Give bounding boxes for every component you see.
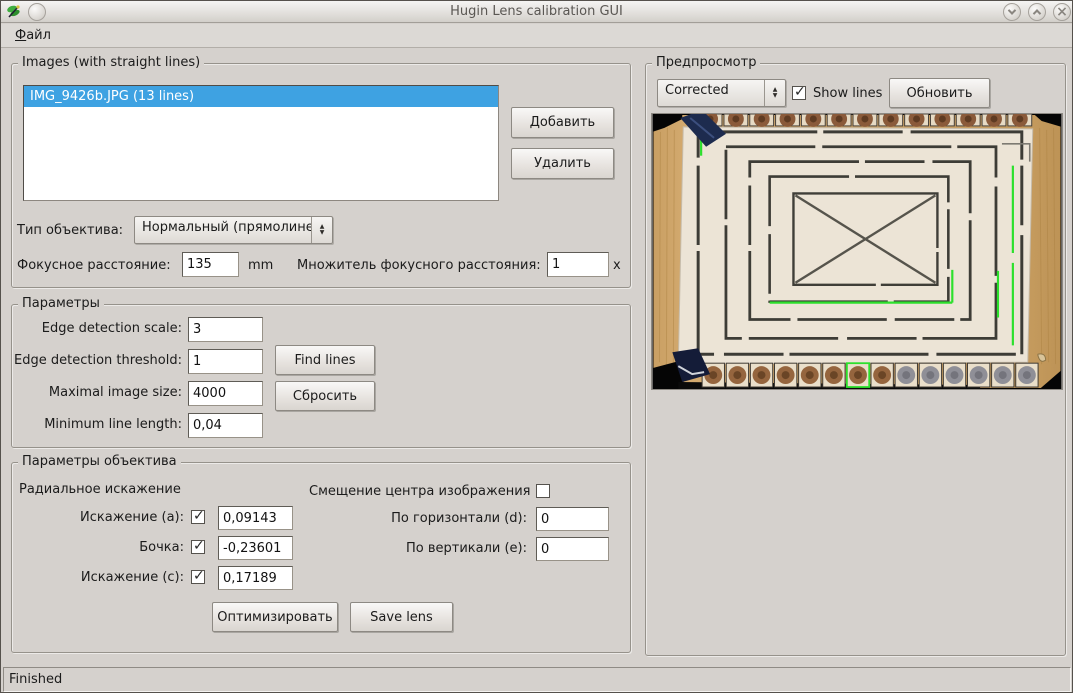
statusbar: Finished [3, 667, 1071, 692]
lens-parameters-group-title: Параметры объектива [18, 454, 181, 469]
lens-type-combo[interactable]: Нормальный (прямолине ▲▼ [134, 216, 333, 244]
menubar: Файл [1, 24, 1072, 48]
maximize-button[interactable] [1028, 3, 1046, 21]
multiplier-input[interactable] [547, 252, 609, 277]
save-lens-button[interactable]: Save lens [350, 602, 453, 632]
application-window: Hugin Lens calibration GUI × Файл Images… [0, 0, 1073, 693]
minimize-button[interactable] [1003, 3, 1021, 21]
min-line-length-label: Minimum line length: [44, 417, 182, 432]
center-shift-checkbox[interactable] [536, 484, 550, 498]
remove-image-button[interactable]: Удалить [511, 148, 614, 179]
edge-scale-input[interactable] [188, 317, 263, 342]
spinner-arrows-icon[interactable]: ▲▼ [311, 217, 332, 243]
preview-mode-combo[interactable]: Corrected ▲▼ [657, 79, 786, 107]
spinner-arrows-icon[interactable]: ▲▼ [764, 80, 785, 106]
close-button[interactable]: × [1053, 3, 1071, 21]
refresh-button[interactable]: Обновить [889, 78, 990, 108]
barrel-label: Бочка: [139, 540, 184, 555]
vertical-e-label: По вертикали (e): [406, 541, 527, 556]
parameters-group-title: Параметры [18, 296, 104, 311]
window-menu-button[interactable] [28, 3, 46, 21]
multiplier-label: Множитель фокусного расстояния: [297, 258, 541, 273]
images-list[interactable]: IMG_9426b.JPG (13 lines) [23, 85, 499, 201]
min-line-length-input[interactable] [188, 413, 263, 438]
barrel-checkbox[interactable] [191, 540, 205, 554]
horizontal-d-input[interactable] [536, 507, 609, 531]
distortion-a-checkbox[interactable] [191, 510, 205, 524]
app-icon [6, 4, 22, 20]
distortion-c-input[interactable] [218, 566, 293, 590]
show-lines-label: Show lines [813, 86, 882, 101]
preview-group-title: Предпросмотр [652, 55, 760, 70]
window-title: Hugin Lens calibration GUI [1, 4, 1072, 19]
show-lines-checkbox[interactable] [792, 86, 806, 100]
distortion-a-input[interactable] [218, 506, 293, 530]
optimize-button[interactable]: Оптимизировать [212, 602, 338, 632]
preview-image [651, 113, 1063, 390]
status-text: Finished [9, 672, 62, 687]
reset-button[interactable]: Сбросить [275, 381, 375, 411]
vertical-e-input[interactable] [536, 537, 609, 561]
edge-threshold-label: Edge detection threshold: [14, 353, 182, 368]
edge-scale-label: Edge detection scale: [42, 321, 182, 336]
chevron-down-icon [1008, 6, 1016, 14]
focal-length-label: Фокусное расстояние: [17, 258, 171, 273]
max-image-size-label: Maximal image size: [49, 385, 182, 400]
close-icon: × [1056, 5, 1068, 19]
multiplier-unit: x [613, 258, 621, 273]
focal-length-input[interactable] [182, 252, 239, 277]
add-image-button[interactable]: Добавить [511, 107, 614, 138]
lens-type-value: Нормальный (прямолине [135, 217, 311, 243]
chevron-up-icon [1033, 9, 1041, 17]
barrel-input[interactable] [218, 536, 293, 560]
list-item[interactable]: IMG_9426b.JPG (13 lines) [24, 86, 498, 107]
distortion-a-label: Искажение (a): [80, 510, 184, 525]
max-image-size-input[interactable] [188, 381, 263, 406]
images-group-title: Images (with straight lines) [18, 55, 204, 70]
focal-length-unit: mm [248, 258, 273, 273]
distortion-c-checkbox[interactable] [191, 570, 205, 584]
calibration-photo [652, 114, 1062, 389]
lens-type-label: Тип объектива: [17, 223, 123, 238]
find-lines-button[interactable]: Find lines [275, 345, 375, 375]
preview-mode-value: Corrected [658, 80, 764, 106]
distortion-c-label: Искажение (c): [81, 570, 184, 585]
edge-threshold-input[interactable] [188, 349, 263, 374]
menu-file[interactable]: Файл [7, 28, 59, 43]
center-shift-label: Смещение центра изображения [309, 484, 531, 499]
radial-distortion-heading: Радиальное искажение [19, 482, 181, 497]
titlebar: Hugin Lens calibration GUI × [1, 1, 1072, 23]
horizontal-d-label: По горизонтали (d): [391, 511, 527, 526]
